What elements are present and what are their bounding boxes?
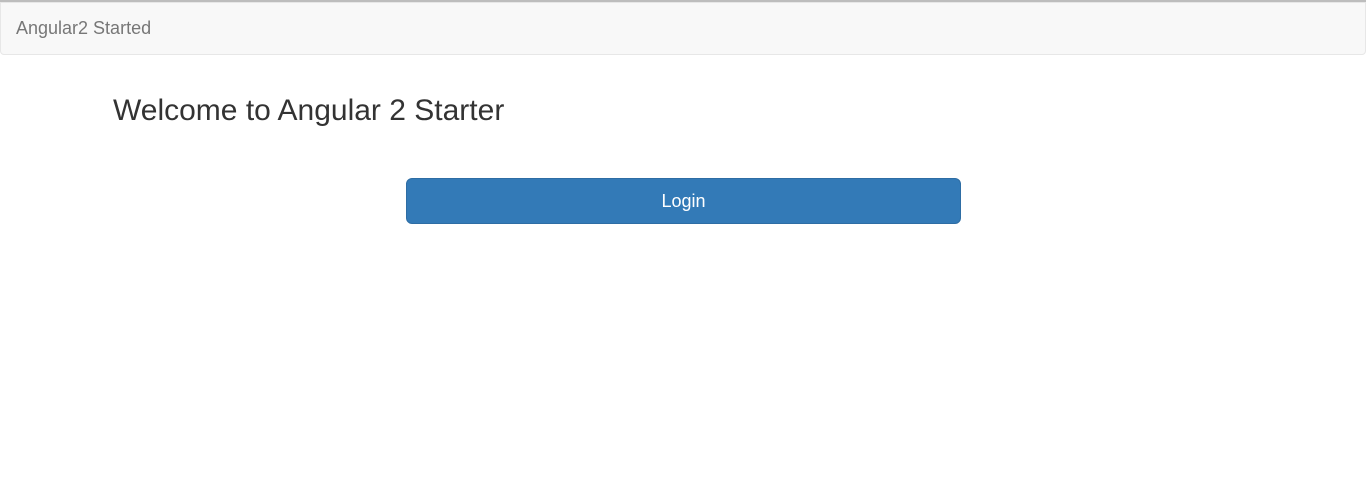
navbar-brand-link[interactable]: Angular2 Started: [16, 3, 151, 54]
page-title: Welcome to Angular 2 Starter: [113, 94, 505, 127]
login-button[interactable]: Login: [406, 178, 961, 224]
navbar: Angular2 Started: [0, 2, 1366, 55]
